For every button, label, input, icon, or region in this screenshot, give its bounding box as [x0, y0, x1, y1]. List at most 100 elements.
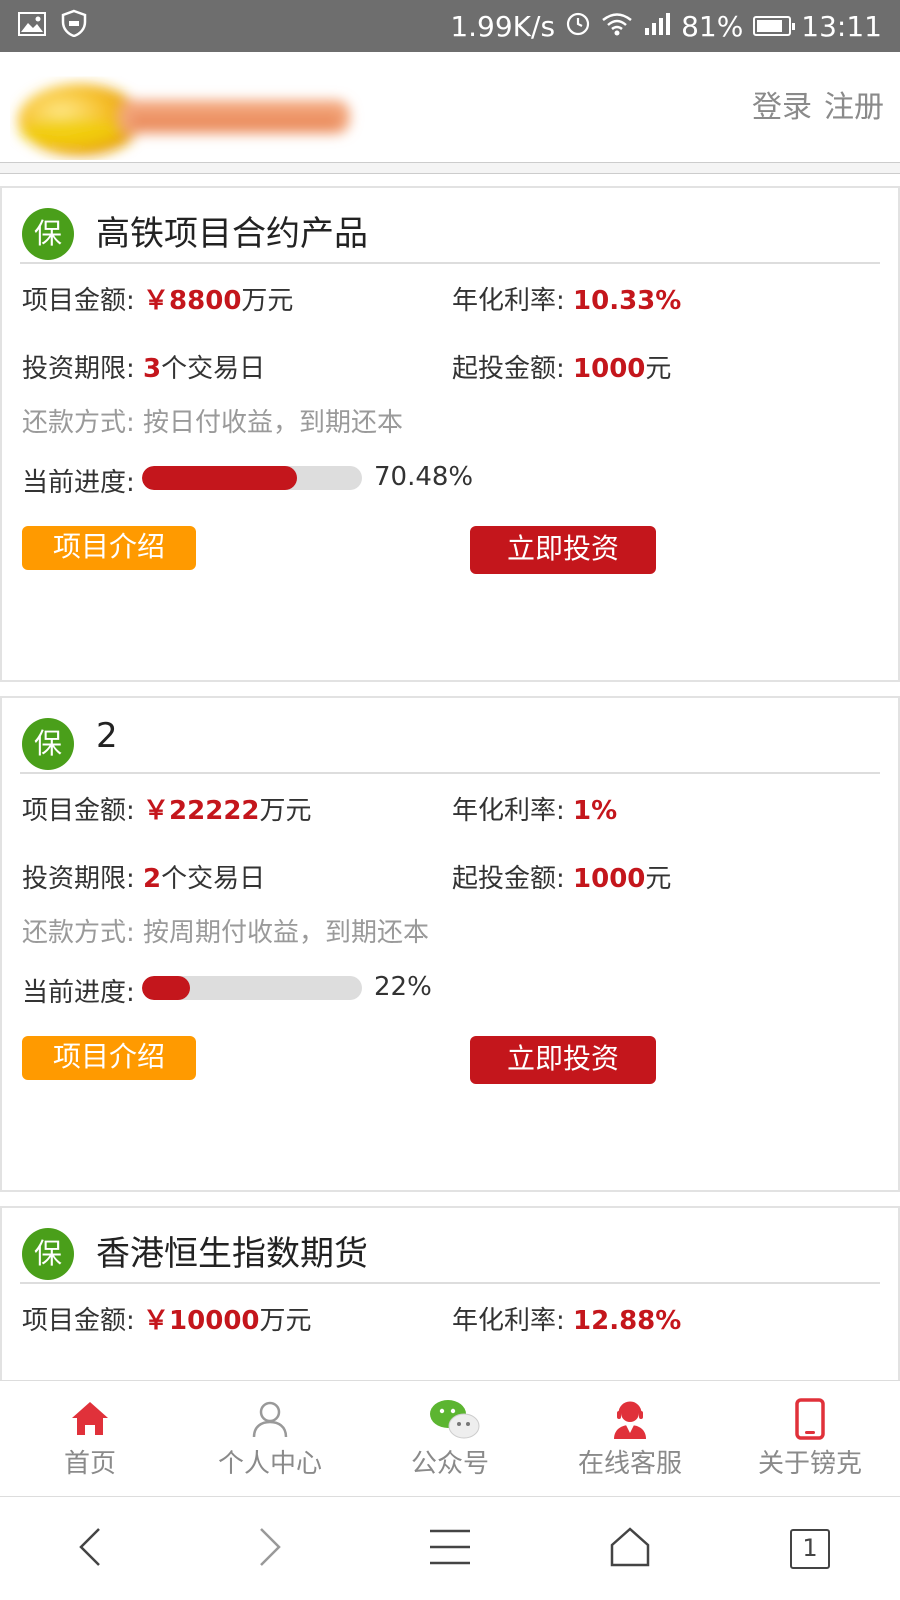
term-value: 3 — [143, 354, 162, 384]
bottom-tab-bar: 首页 个人中心 公众号 在线客服 关于镑克 — [0, 1380, 900, 1496]
amount-value: 22222 — [169, 796, 260, 826]
tabs-button[interactable]: 1 — [720, 1497, 900, 1600]
house-outline-icon — [608, 1525, 652, 1573]
rate-label: 年化利率: — [452, 796, 574, 826]
amount-unit: 万元 — [259, 1306, 312, 1336]
amount-row: 项目金额: ￥8800万元 — [22, 280, 293, 317]
min-invest-value: 1000 — [573, 354, 646, 384]
tabs-count-icon: 1 — [790, 1528, 830, 1569]
user-icon — [248, 1397, 292, 1441]
min-invest-value: 1000 — [573, 864, 646, 894]
tab-online-service[interactable]: 在线客服 — [540, 1381, 720, 1496]
wifi-icon — [601, 10, 633, 43]
card-header: 保 2 — [20, 712, 880, 774]
currency-symbol: ￥ — [143, 286, 170, 316]
wechat-icon — [428, 1397, 480, 1441]
product-card: 保 2 项目金额: ￥22222万元 年化利率: 1% 投资期限: 2个交易日 … — [0, 696, 900, 1192]
rate-value: 1% — [573, 796, 618, 826]
site-logo[interactable] — [10, 70, 390, 160]
term-row: 投资期限: 3个交易日 — [22, 348, 265, 385]
term-value: 2 — [143, 864, 162, 894]
amount-value: 10000 — [169, 1306, 260, 1336]
forward-button[interactable] — [180, 1497, 360, 1600]
battery-percent: 81% — [681, 9, 744, 43]
min-invest-label: 起投金额: — [452, 354, 574, 384]
menu-button[interactable] — [360, 1497, 540, 1600]
amount-unit: 万元 — [241, 286, 294, 316]
progress-percent: 22% — [374, 972, 432, 1002]
tab-label: 首页 — [63, 1449, 116, 1479]
term-label: 投资期限: — [22, 864, 144, 894]
min-invest-unit: 元 — [645, 354, 672, 384]
card-header: 保 高铁项目合约产品 — [20, 202, 880, 264]
guarantee-badge: 保 — [22, 1228, 74, 1280]
chevron-right-icon — [255, 1525, 285, 1573]
rate-value: 12.88% — [573, 1306, 682, 1336]
site-header: 登录 注册 — [0, 52, 900, 162]
repayment-method: 还款方式: 按日付收益，到期还本 — [22, 408, 404, 438]
min-invest-row: 起投金额: 1000元 — [452, 348, 671, 385]
min-invest-row: 起投金额: 1000元 — [452, 858, 671, 895]
tab-about[interactable]: 关于镑克 — [720, 1381, 900, 1496]
rate-row: 年化利率: 10.33% — [452, 280, 681, 317]
currency-symbol: ￥ — [143, 1306, 170, 1336]
home-nav-button[interactable] — [540, 1497, 720, 1600]
rate-value: 10.33% — [573, 286, 682, 316]
product-title[interactable]: 2 — [96, 716, 118, 756]
tab-label: 关于镑克 — [757, 1449, 862, 1479]
term-unit: 个交易日 — [161, 864, 266, 894]
min-invest-unit: 元 — [645, 864, 672, 894]
term-row: 投资期限: 2个交易日 — [22, 858, 265, 895]
amount-label: 项目金额: — [22, 1306, 144, 1336]
menu-icon — [428, 1527, 472, 1571]
product-title[interactable]: 香港恒生指数期货 — [96, 1226, 368, 1275]
progress-fill — [142, 466, 298, 490]
back-button[interactable] — [0, 1497, 180, 1600]
progress-label: 当前进度: — [22, 468, 135, 498]
amount-row: 项目金额: ￥10000万元 — [22, 1300, 312, 1337]
project-intro-button[interactable]: 项目介绍 — [22, 1036, 196, 1080]
status-bar: 1.99K/s 81% 13:11 — [0, 0, 900, 52]
project-intro-button[interactable]: 项目介绍 — [22, 526, 196, 570]
min-invest-label: 起投金额: — [452, 864, 574, 894]
customer-service-icon — [608, 1397, 652, 1441]
currency-symbol: ￥ — [143, 796, 170, 826]
term-unit: 个交易日 — [161, 354, 266, 384]
register-link[interactable]: 注册 — [824, 82, 884, 126]
tab-official-account[interactable]: 公众号 — [360, 1381, 540, 1496]
progress-bar — [142, 466, 362, 490]
phone-icon — [788, 1397, 832, 1441]
network-speed: 1.99K/s — [450, 9, 556, 43]
tab-label: 在线客服 — [577, 1449, 682, 1479]
product-card: 保 高铁项目合约产品 项目金额: ￥8800万元 年化利率: 10.33% 投资… — [0, 186, 900, 682]
card-header: 保 香港恒生指数期货 — [20, 1222, 880, 1284]
invest-now-button[interactable]: 立即投资 — [470, 526, 656, 574]
product-title[interactable]: 高铁项目合约产品 — [96, 206, 368, 255]
progress-bar — [142, 976, 362, 1000]
tab-personal-center[interactable]: 个人中心 — [180, 1381, 360, 1496]
amount-value: 8800 — [169, 286, 242, 316]
amount-unit: 万元 — [259, 796, 312, 826]
signal-icon — [643, 10, 671, 43]
browser-nav-bar: 1 — [0, 1496, 900, 1600]
alarm-icon — [565, 10, 591, 43]
repayment-method: 还款方式: 按周期付收益，到期还本 — [22, 918, 430, 948]
tab-home[interactable]: 首页 — [0, 1381, 180, 1496]
home-icon — [68, 1397, 112, 1441]
guarantee-badge: 保 — [22, 208, 74, 260]
rate-row: 年化利率: 1% — [452, 790, 617, 827]
invest-now-button[interactable]: 立即投资 — [470, 1036, 656, 1084]
clock: 13:11 — [801, 9, 882, 43]
login-link[interactable]: 登录 — [752, 82, 812, 126]
shield-icon — [60, 9, 88, 44]
tab-label: 公众号 — [410, 1449, 489, 1479]
tab-count: 1 — [802, 1533, 818, 1562]
image-notification-icon — [18, 10, 46, 43]
amount-label: 项目金额: — [22, 796, 144, 826]
term-label: 投资期限: — [22, 354, 144, 384]
rate-label: 年化利率: — [452, 1306, 574, 1336]
rate-row: 年化利率: 12.88% — [452, 1300, 681, 1337]
progress-label: 当前进度: — [22, 978, 135, 1008]
amount-row: 项目金额: ￥22222万元 — [22, 790, 312, 827]
progress-percent: 70.48% — [374, 462, 474, 492]
